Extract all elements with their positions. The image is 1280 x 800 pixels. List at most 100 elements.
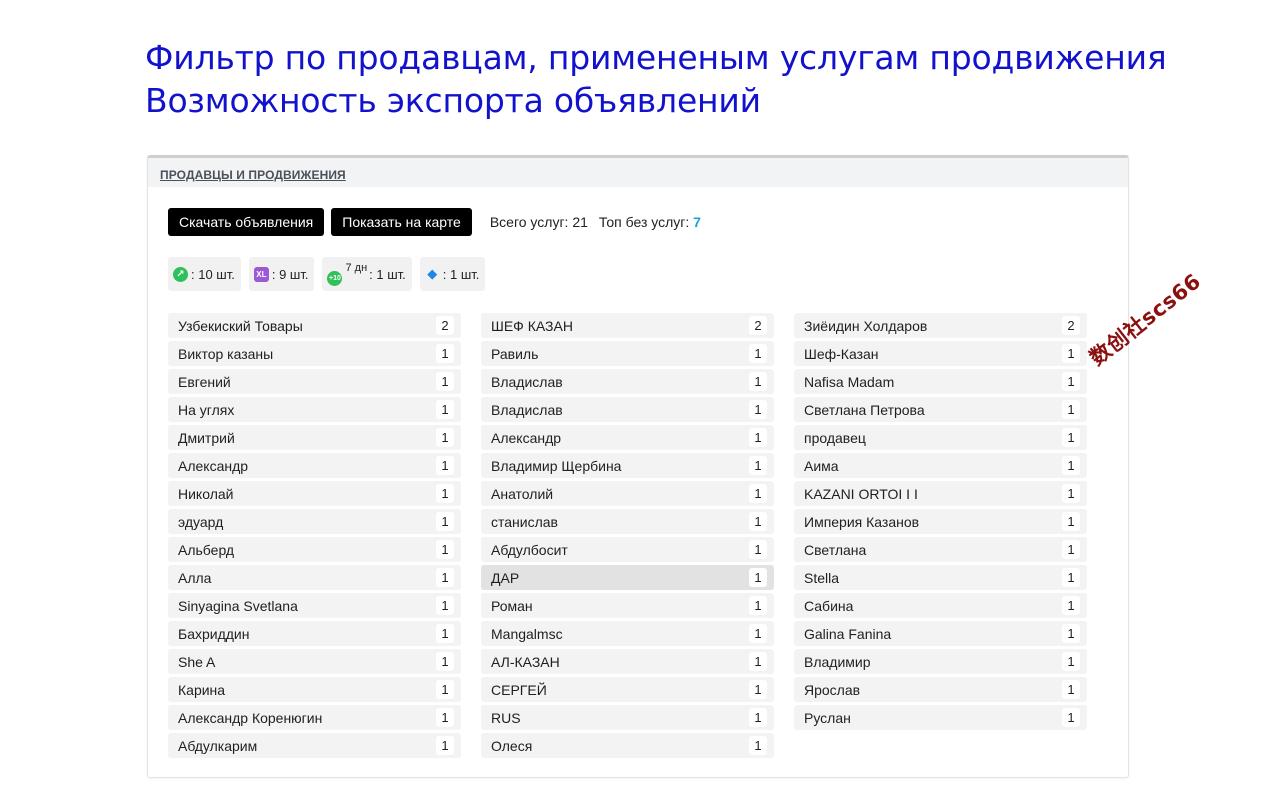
- seller-name: Абдулкарим: [178, 737, 258, 754]
- seller-count: 1: [436, 400, 454, 419]
- seller-row[interactable]: Алла 1: [168, 565, 461, 590]
- badge-up-count: : 10 шт.: [191, 266, 235, 282]
- seller-row[interactable]: RUS 1: [481, 705, 774, 730]
- seller-count: 1: [749, 736, 767, 755]
- seller-row[interactable]: Зиёидин Холдаров 2: [794, 313, 1087, 338]
- seller-row[interactable]: Олеся 1: [481, 733, 774, 758]
- seller-row[interactable]: Светлана Петрова 1: [794, 397, 1087, 422]
- seller-row[interactable]: Анатолий 1: [481, 481, 774, 506]
- seller-count: 1: [436, 652, 454, 671]
- panel-title[interactable]: ПРОДАВЦЫ И ПРОДВИЖЕНИЯ: [160, 168, 346, 182]
- seller-name: Владимир: [804, 653, 871, 670]
- seller-name: Виктор казаны: [178, 345, 274, 362]
- show-on-map-button[interactable]: Показать на карте: [331, 208, 472, 236]
- seller-row[interactable]: Абдулкарим 1: [168, 733, 461, 758]
- badge-xl-count: : 9 шт.: [271, 266, 309, 282]
- seller-row[interactable]: Узбекиский Товары 2: [168, 313, 461, 338]
- seller-count: 1: [436, 680, 454, 699]
- seller-name: Александр: [178, 457, 249, 474]
- seller-row[interactable]: эдуард 1: [168, 509, 461, 534]
- top-without-services-value[interactable]: 7: [693, 214, 701, 230]
- seller-count: 1: [1062, 708, 1080, 727]
- seller-count: 1: [436, 540, 454, 559]
- seller-row[interactable]: Nafisa Madam 1: [794, 369, 1087, 394]
- seller-row[interactable]: Ярослав 1: [794, 677, 1087, 702]
- seller-count: 1: [1062, 568, 1080, 587]
- seller-row[interactable]: KAZANI ORTOI I I 1: [794, 481, 1087, 506]
- seller-row[interactable]: Руслан 1: [794, 705, 1087, 730]
- seller-row[interactable]: Александр Коренюгин 1: [168, 705, 461, 730]
- seller-name: Ярослав: [804, 681, 861, 698]
- seller-count: 2: [436, 316, 454, 335]
- seller-row[interactable]: СЕРГЕЙ 1: [481, 677, 774, 702]
- total-services-stat: Всего услуг: 21: [490, 214, 588, 230]
- seller-row[interactable]: Galina Fanina 1: [794, 621, 1087, 646]
- seller-row[interactable]: Шеф-Казан 1: [794, 341, 1087, 366]
- seller-row[interactable]: Владислав 1: [481, 369, 774, 394]
- seller-row[interactable]: продавец 1: [794, 425, 1087, 450]
- badge-top-duration: 7 дн: [345, 262, 368, 274]
- badge-xl[interactable]: XL : 9 шт.: [248, 257, 315, 291]
- total-services-value: 21: [572, 214, 588, 230]
- seller-row[interactable]: Карина 1: [168, 677, 461, 702]
- top-icon: +10: [327, 270, 343, 286]
- seller-row[interactable]: Евгений 1: [168, 369, 461, 394]
- seller-row[interactable]: Владислав 1: [481, 397, 774, 422]
- seller-count: 1: [749, 428, 767, 447]
- seller-count: 1: [1062, 540, 1080, 559]
- seller-row[interactable]: Альберд 1: [168, 537, 461, 562]
- seller-row[interactable]: Абдулбосит 1: [481, 537, 774, 562]
- seller-count: 2: [1062, 316, 1080, 335]
- seller-row[interactable]: Бахриддин 1: [168, 621, 461, 646]
- seller-name: Аима: [804, 457, 839, 474]
- seller-name: СЕРГЕЙ: [491, 681, 547, 698]
- sellers-promotions-panel: ПРОДАВЦЫ И ПРОДВИЖЕНИЯ Скачать объявлени…: [147, 155, 1129, 778]
- seller-column-3: Зиёидин Холдаров 2 Шеф-Казан 1 Nafisa Madam 1…: [794, 313, 1087, 761]
- seller-row[interactable]: Николай 1: [168, 481, 461, 506]
- badge-pin[interactable]: ◆ : 1 шт.: [419, 257, 486, 291]
- seller-name: Альберд: [178, 541, 235, 558]
- seller-row[interactable]: Роман 1: [481, 593, 774, 618]
- seller-count: 1: [749, 568, 767, 587]
- seller-row[interactable]: Дмитрий 1: [168, 425, 461, 450]
- seller-row[interactable]: ШЕФ КАЗАН 2: [481, 313, 774, 338]
- seller-row[interactable]: АЛ-КАЗАН 1: [481, 649, 774, 674]
- badge-top[interactable]: +10 7 дн : 1 шт.: [322, 257, 412, 291]
- seller-count: 1: [436, 568, 454, 587]
- seller-name: Зиёидин Холдаров: [804, 317, 928, 334]
- seller-row[interactable]: Аима 1: [794, 453, 1087, 478]
- seller-row[interactable]: Сабина 1: [794, 593, 1087, 618]
- seller-count: 1: [749, 540, 767, 559]
- seller-row[interactable]: Светлана 1: [794, 537, 1087, 562]
- seller-row[interactable]: Александр 1: [168, 453, 461, 478]
- seller-count: 1: [1062, 484, 1080, 503]
- seller-count: 1: [749, 680, 767, 699]
- seller-name: Светлана: [804, 541, 867, 558]
- badge-up[interactable]: ↗ : 10 шт.: [168, 257, 241, 291]
- seller-count: 1: [436, 736, 454, 755]
- seller-row[interactable]: Равиль 1: [481, 341, 774, 366]
- seller-name: ДАР: [491, 569, 520, 586]
- seller-count: 1: [1062, 512, 1080, 531]
- seller-name: She A: [178, 653, 216, 670]
- seller-row[interactable]: Sinyagina Svetlana 1: [168, 593, 461, 618]
- seller-name: эдуард: [178, 513, 224, 530]
- seller-row[interactable]: Mangalmsc 1: [481, 621, 774, 646]
- seller-count: 1: [749, 596, 767, 615]
- seller-count: 1: [749, 456, 767, 475]
- seller-name: Роман: [491, 597, 533, 614]
- seller-name: Galina Fanina: [804, 625, 892, 642]
- seller-row[interactable]: Виктор казаны 1: [168, 341, 461, 366]
- seller-name: продавец: [804, 429, 866, 446]
- seller-row[interactable]: Александр 1: [481, 425, 774, 450]
- seller-row[interactable]: ДАР 1: [481, 565, 774, 590]
- seller-row[interactable]: Владимир 1: [794, 649, 1087, 674]
- seller-row[interactable]: Stella 1: [794, 565, 1087, 590]
- download-listings-button[interactable]: Скачать объявления: [168, 208, 325, 236]
- seller-row[interactable]: Империя Казанов 1: [794, 509, 1087, 534]
- seller-row[interactable]: станислав 1: [481, 509, 774, 534]
- seller-row[interactable]: Владимир Щербина 1: [481, 453, 774, 478]
- seller-name: Анатолий: [491, 485, 554, 502]
- seller-row[interactable]: She A 1: [168, 649, 461, 674]
- seller-row[interactable]: На углях 1: [168, 397, 461, 422]
